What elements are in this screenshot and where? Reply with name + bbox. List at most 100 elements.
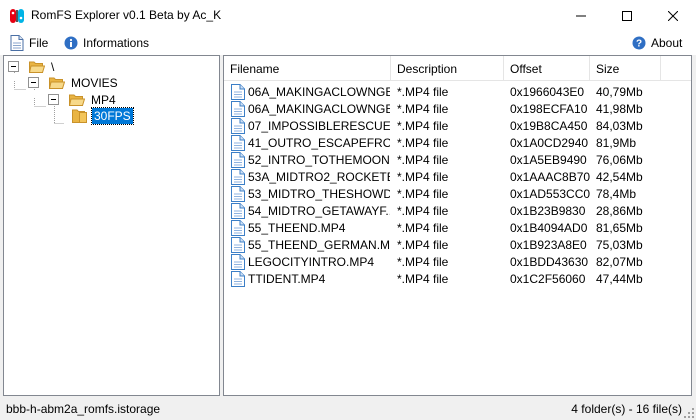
tree-node-root-label: \ — [51, 59, 55, 74]
tree-node-30fps-label: 30FPS — [91, 106, 134, 125]
window-title: RomFS Explorer v0.1 Beta by Ac_K — [31, 8, 222, 22]
file-name: TTIDENT.MP4 — [248, 271, 326, 286]
file-size: 42,54Mb — [596, 169, 643, 184]
status-bar: bbb-h-abm2a_romfs.istorage 4 folder(s) -… — [0, 398, 696, 420]
open-folder-icon — [69, 94, 85, 106]
file-offset: 0x1AD553CC0 — [510, 186, 590, 201]
tree-node-mp4[interactable]: MP4 — [48, 91, 118, 108]
file-name: 07_IMPOSSIBLERESCUE.... — [248, 118, 390, 133]
menu-bar: File Informations ? About — [0, 31, 696, 55]
file-icon — [231, 135, 245, 151]
collapse-icon[interactable] — [48, 94, 59, 105]
file-offset: 0x1C2F56060 — [510, 271, 586, 286]
about-menu[interactable]: ? About — [632, 33, 682, 53]
collapse-icon[interactable] — [8, 61, 19, 72]
file-offset: 0x1966043E0 — [510, 84, 585, 99]
file-row[interactable]: 54_MIDTRO_GETAWAYF... *.MP4 file 0x1B23B98… — [224, 202, 691, 219]
file-description: *.MP4 file — [397, 135, 449, 150]
file-offset: 0x1A5EB9490 — [510, 152, 587, 167]
column-filename-label: Filename — [230, 61, 280, 76]
file-icon — [231, 254, 245, 270]
column-size-label: Size — [596, 61, 620, 76]
file-size: 81,65Mb — [596, 220, 643, 235]
column-header-description[interactable]: Description — [391, 56, 504, 81]
file-row[interactable]: 06A_MAKINGACLOWNGE... *.MP4 file 0x198ECFA… — [224, 100, 691, 117]
file-offset: 0x1B923A8E0 — [510, 237, 587, 252]
file-description: *.MP4 file — [397, 271, 449, 286]
file-icon — [231, 186, 245, 202]
informations-menu[interactable]: Informations — [64, 33, 149, 53]
file-row[interactable]: LEGOCITYINTRO.MP4 *.MP4 file 0x1BDD43630 82… — [224, 253, 691, 270]
file-description: *.MP4 file — [397, 186, 449, 201]
title-bar: RomFS Explorer v0.1 Beta by Ac_K — [0, 0, 696, 31]
file-name: 06A_MAKINGACLOWNGE... — [248, 84, 390, 99]
file-size: 47,44Mb — [596, 271, 643, 286]
file-icon — [231, 271, 245, 287]
file-menu-label: File — [29, 36, 49, 50]
file-offset: 0x198ECFA10 — [510, 101, 588, 116]
file-description: *.MP4 file — [397, 254, 449, 269]
file-menu[interactable]: File — [10, 33, 48, 53]
help-icon: ? — [632, 36, 646, 50]
file-description: *.MP4 file — [397, 203, 449, 218]
file-size: 78,4Mb — [596, 186, 637, 201]
file-row[interactable]: 52_INTRO_TOTHEMOON.... *.MP4 file 0x1A5EB9… — [224, 151, 691, 168]
file-offset: 0x1AAAC8B70 — [510, 169, 590, 184]
maximize-icon — [622, 10, 632, 21]
file-name: 06A_MAKINGACLOWNGE... — [248, 101, 390, 116]
file-row[interactable]: TTIDENT.MP4 *.MP4 file 0x1C2F56060 47,44Mb — [224, 270, 691, 287]
file-icon — [231, 101, 245, 117]
column-header-filename[interactable]: Filename — [224, 56, 391, 81]
file-icon — [231, 169, 245, 185]
file-name: 53A_MIDTRO2_ROCKETB... — [248, 169, 390, 184]
file-row[interactable]: 55_THEEND.MP4 *.MP4 file 0x1B4094AD0 81,65M… — [224, 219, 691, 236]
column-header-offset[interactable]: Offset — [504, 56, 590, 81]
file-row[interactable]: 55_THEEND_GERMAN.MP4 *.MP4 file 0x1B923A8E… — [224, 236, 691, 253]
file-offset: 0x1B4094AD0 — [510, 220, 588, 235]
file-row[interactable]: 41_OUTRO_ESCAPEFRO... *.MP4 file 0x1A0CD29… — [224, 134, 691, 151]
column-header-size[interactable]: Size — [590, 56, 661, 81]
svg-text:?: ? — [636, 39, 642, 50]
close-button[interactable] — [650, 0, 696, 31]
status-counts: 4 folder(s) - 16 file(s) — [571, 402, 682, 416]
maximize-button[interactable] — [604, 0, 650, 31]
file-name: LEGOCITYINTRO.MP4 — [248, 254, 375, 269]
tree-node-movies-label: MOVIES — [71, 75, 118, 90]
resize-grip-icon[interactable] — [684, 408, 694, 418]
status-filename: bbb-h-abm2a_romfs.istorage — [6, 402, 161, 416]
file-description: *.MP4 file — [397, 220, 449, 235]
column-description-label: Description — [397, 61, 458, 76]
file-icon — [231, 220, 245, 236]
file-icon — [231, 84, 245, 100]
file-offset: 0x1BDD43630 — [510, 254, 589, 269]
collapse-icon[interactable] — [28, 77, 39, 88]
column-offset-label: Offset — [510, 61, 542, 76]
file-description: *.MP4 file — [397, 118, 449, 133]
file-size: 41,98Mb — [596, 101, 643, 116]
open-folder-icon — [29, 61, 45, 73]
informations-menu-label: Informations — [83, 36, 150, 50]
list-header: Filename Description Offset Size — [224, 56, 691, 81]
file-icon — [231, 237, 245, 253]
file-row[interactable]: 53_MIDTRO_THESHOWD... *.MP4 file 0x1AD553C… — [224, 185, 691, 202]
tree-node-movies[interactable]: MOVIES — [28, 74, 120, 91]
minimize-button[interactable] — [558, 0, 604, 31]
folder-tree[interactable]: \ MOVIES MP4 30FPS — [3, 55, 220, 396]
about-menu-label: About — [651, 36, 683, 50]
file-size: 40,79Mb — [596, 84, 643, 99]
file-list[interactable]: Filename Description Offset Size 06A_MAK… — [223, 55, 692, 396]
file-size: 84,03Mb — [596, 118, 643, 133]
tree-node-root[interactable]: \ — [8, 58, 56, 75]
file-name: 55_THEEND_GERMAN.MP4 — [248, 237, 390, 252]
file-size: 76,06Mb — [596, 152, 643, 167]
file-name: 55_THEEND.MP4 — [248, 220, 346, 235]
file-row[interactable]: 07_IMPOSSIBLERESCUE.... *.MP4 file 0x19B8C… — [224, 117, 691, 134]
file-description: *.MP4 file — [397, 152, 449, 167]
file-size: 82,07Mb — [596, 254, 643, 269]
tree-node-30fps[interactable]: 30FPS — [72, 106, 134, 125]
file-row[interactable]: 06A_MAKINGACLOWNGE... *.MP4 file 0x1966043… — [224, 83, 691, 100]
file-icon — [231, 118, 245, 134]
file-offset: 0x19B8CA450 — [510, 118, 588, 133]
file-name: 53_MIDTRO_THESHOWD... — [248, 186, 390, 201]
file-row[interactable]: 53A_MIDTRO2_ROCKETB... *.MP4 file 0x1AAAC8… — [224, 168, 691, 185]
